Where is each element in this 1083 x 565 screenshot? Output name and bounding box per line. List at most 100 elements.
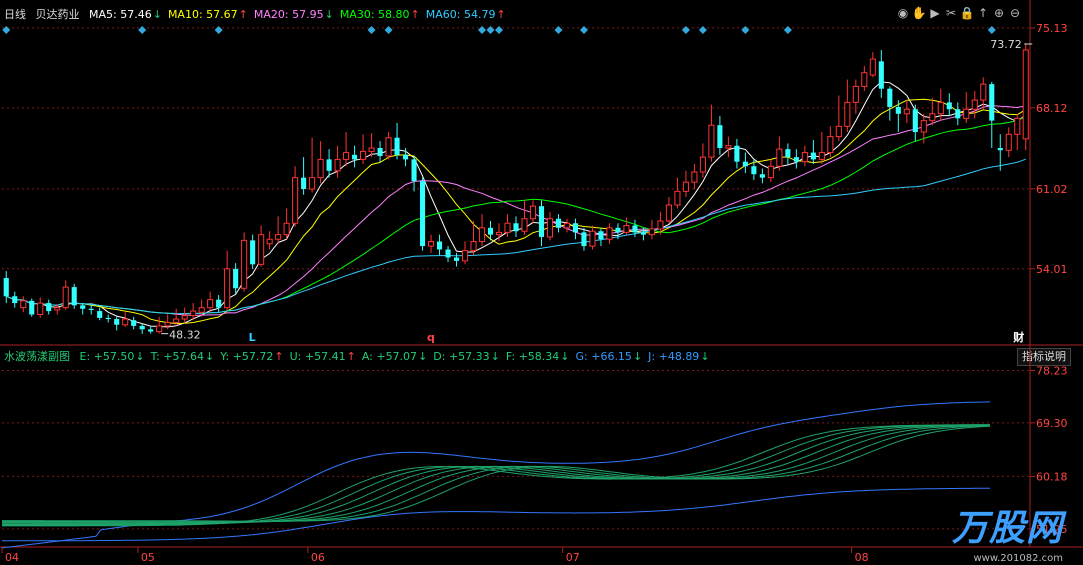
candle-body [827, 136, 834, 154]
candle-body [793, 157, 799, 162]
candle-body [751, 166, 757, 175]
candle-body [71, 287, 77, 306]
ma30-line [6, 116, 1027, 315]
price-annotation: 73.72 [990, 38, 1022, 51]
x-tick-label: 05 [141, 551, 155, 564]
price-annotation: 48.32 [169, 329, 201, 342]
candle-body [1022, 49, 1029, 140]
x-tick-label: 04 [5, 551, 19, 564]
candle-body [29, 300, 35, 315]
x-tick-label: 06 [311, 551, 325, 564]
candle-body [581, 232, 587, 247]
candle-body [980, 83, 987, 101]
candle-body [997, 148, 1003, 151]
event-marker-icon [681, 26, 690, 34]
y-tick-label: 75.13 [1036, 22, 1068, 35]
candle-body [20, 300, 27, 309]
candle-body [190, 310, 197, 317]
wave-line-0 [2, 424, 990, 527]
candle-body [1014, 117, 1021, 135]
candle-body [427, 241, 435, 247]
candle-body [164, 321, 171, 327]
candle-body [946, 102, 952, 110]
candle-body [563, 222, 571, 229]
candle-body [88, 308, 94, 310]
candle-body [377, 148, 383, 156]
candle-body [546, 218, 554, 238]
candle-body [717, 125, 723, 148]
candle-body [453, 257, 460, 261]
candle-body [46, 303, 52, 312]
candle-body [62, 286, 69, 309]
candle-body [895, 106, 901, 114]
candle-body [887, 88, 893, 107]
candle-body [436, 241, 443, 250]
sub-y-tick-label: 69.30 [1036, 417, 1068, 430]
candle-body [445, 249, 451, 258]
y-tick-label: 68.12 [1036, 102, 1068, 115]
candle-body [105, 317, 111, 320]
candle-body [37, 302, 44, 315]
event-marker-icon [486, 26, 495, 34]
candle-body [937, 101, 944, 115]
candle-body [852, 85, 859, 103]
candle-body [869, 58, 876, 76]
event-marker-icon [214, 26, 223, 34]
candle-body [275, 234, 282, 240]
candle-body [725, 145, 732, 149]
candle-body [929, 113, 936, 122]
wave-line-6 [2, 425, 991, 522]
chart-canvas[interactable]: 75.1368.1261.0254.0178.2369.3060.1851.25… [0, 0, 1083, 565]
candle-body [403, 154, 409, 160]
candle-body [224, 268, 231, 309]
candle-body [411, 159, 417, 182]
candle-body [903, 108, 910, 115]
candle-body [734, 145, 740, 162]
event-marker-icon [478, 26, 487, 34]
event-marker-icon [987, 26, 996, 34]
candle-body [461, 250, 469, 262]
candle-body [912, 109, 918, 133]
x-tick-label: 08 [855, 551, 869, 564]
candle-body [759, 174, 765, 178]
wave-line-4 [2, 424, 991, 523]
candle-body [878, 61, 884, 89]
candle-body [241, 239, 248, 289]
candle-body [785, 149, 791, 158]
event-marker-icon [2, 26, 11, 34]
candle-body [615, 227, 621, 233]
candle-body [495, 231, 503, 236]
watermark-logo: 万股网 [951, 508, 1063, 549]
candle-body [122, 318, 129, 326]
event-marker-icon [138, 26, 147, 34]
candle-body [555, 218, 562, 228]
wave-line-3 [2, 424, 991, 524]
candle-body [767, 165, 774, 179]
candle-body [326, 159, 332, 171]
candle-body [173, 318, 180, 323]
event-marker: q [427, 331, 435, 344]
stock-chart: { "header": { "period": "日线", "name": "贝… [0, 0, 1083, 565]
event-marker-icon [783, 26, 792, 34]
candle-body [419, 181, 426, 247]
candle-body [810, 152, 816, 160]
sub-y-tick-label: 60.18 [1036, 470, 1068, 483]
y-tick-label: 54.01 [1036, 263, 1068, 276]
candle-body [309, 177, 316, 190]
candle-body [198, 307, 205, 313]
candle-body [538, 206, 545, 237]
candle-body [3, 278, 9, 297]
candle-body [54, 307, 61, 311]
event-marker-icon [554, 26, 563, 34]
candle-body [216, 299, 222, 308]
candle-body [266, 238, 273, 245]
candle-body [513, 223, 519, 232]
candle-body [385, 137, 392, 157]
candle-body [343, 152, 350, 160]
candle-body [283, 222, 290, 236]
candle-body [920, 120, 927, 133]
candle-body [835, 125, 842, 138]
candle-body [632, 225, 638, 233]
candle-body [963, 108, 970, 119]
candle-body [657, 220, 664, 230]
